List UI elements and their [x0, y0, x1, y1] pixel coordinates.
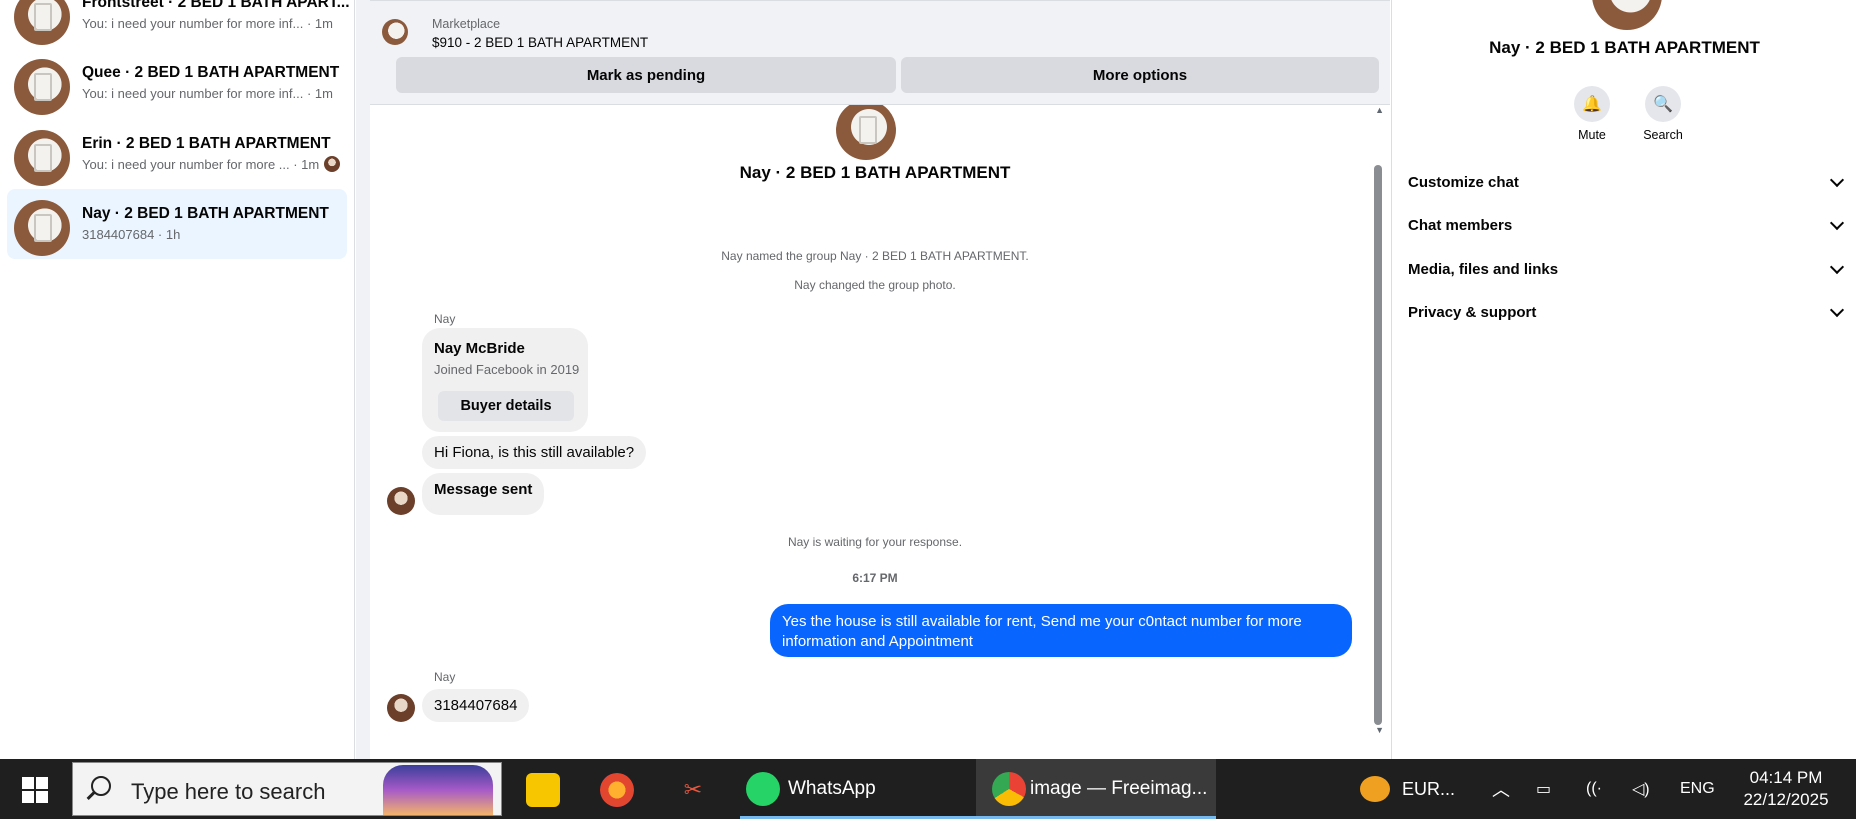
system-message: Nay is waiting for your response.: [787, 535, 963, 549]
section-label: Customize chat: [1408, 173, 1519, 191]
chevron-down-icon: [1829, 215, 1845, 231]
coins-icon: [1360, 776, 1390, 802]
chevron-down-icon: [1829, 302, 1845, 318]
chevron-down-icon: [1829, 172, 1845, 188]
section-chat-members[interactable]: Chat members: [1408, 205, 1848, 245]
sender-name: Nay: [434, 312, 456, 326]
conversation-preview: 3184407684 · 1h: [82, 227, 181, 242]
whatsapp-label: WhatsApp: [788, 778, 876, 799]
language-indicator[interactable]: ENG: [1680, 759, 1715, 819]
conversation-item-active[interactable]: Nay · 2 BED 1 BATH APARTMENT 3184407684 …: [7, 189, 347, 259]
sender-avatar: [387, 694, 415, 722]
listing-title[interactable]: $910 - 2 BED 1 BATH APARTMENT: [432, 35, 648, 50]
more-options-button[interactable]: More options: [901, 57, 1379, 93]
sender-avatar: [387, 487, 415, 515]
taskbar-search-box[interactable]: Type here to search: [72, 762, 502, 816]
scroll-down-arrow[interactable]: ▼: [1375, 725, 1384, 735]
conversation-avatar: [14, 130, 70, 186]
conversation-avatar: [14, 0, 70, 45]
conversation-preview: You: i need your number for more inf... …: [82, 86, 333, 101]
wifi-icon[interactable]: ((·: [1586, 759, 1602, 819]
conversation-item[interactable]: Frontstreet · 2 BED 1 BATH APART... You:…: [7, 0, 350, 48]
message-bubble: Message sent: [422, 473, 545, 515]
conversation-preview: You: i need your number for more ... · 1…: [82, 157, 320, 172]
bell-icon: 🔔: [1574, 86, 1610, 122]
message-thread[interactable]: ▲ ▼ Nay · 2 BED 1 BATH APARTMENT Nay nam…: [370, 104, 1390, 759]
conversation-name: Frontstreet · 2 BED 1 BATH APART...: [82, 0, 350, 11]
marketplace-header: Marketplace $910 - 2 BED 1 BATH APARTMEN…: [370, 0, 1390, 103]
snipping-tool-icon[interactable]: ✂: [676, 773, 710, 807]
mute-label: Mute: [1578, 128, 1606, 142]
conversation-preview: You: i need your number for more inf... …: [82, 16, 333, 31]
search-icon: 🔍: [1645, 86, 1681, 122]
section-label: Privacy & support: [1408, 303, 1537, 321]
group-title: Nay · 2 BED 1 BATH APARTMENT: [739, 163, 1011, 182]
firefox-icon[interactable]: [600, 773, 634, 807]
search-label: Search: [1643, 128, 1683, 142]
section-customize-chat[interactable]: Customize chat: [1408, 162, 1848, 202]
buyer-name: Nay McBride: [434, 340, 525, 357]
section-label: Media, files and links: [1408, 260, 1559, 278]
search-placeholder: Type here to search: [131, 779, 326, 804]
speaker-icon[interactable]: ◁): [1632, 759, 1650, 819]
chevron-up-icon[interactable]: ︿: [1492, 759, 1510, 819]
conversation-item[interactable]: Erin · 2 BED 1 BATH APARTMENT You: i nee…: [7, 119, 347, 189]
system-message: Nay named the group Nay · 2 BED 1 BATH A…: [721, 249, 1029, 263]
section-privacy-support[interactable]: Privacy & support: [1408, 292, 1848, 332]
section-label: Chat members: [1408, 216, 1513, 234]
taskbar: Type here to search ✂ WhatsApp image — F…: [0, 759, 1856, 819]
search-icon: [91, 776, 111, 796]
my-message-bubble: Yes the house is still available for ren…: [770, 604, 1352, 657]
buyer-joined: Joined Facebook in 2019: [434, 362, 580, 377]
listing-thumbnail: [382, 19, 408, 45]
conversation-avatar: [14, 200, 70, 256]
buyer-card: Nay McBride Joined Facebook in 2019 Buye…: [422, 328, 588, 432]
panel-title: Nay · 2 BED 1 BATH APARTMENT: [1489, 38, 1760, 57]
mark-as-pending-button[interactable]: Mark as pending: [396, 57, 896, 93]
taskbar-clock[interactable]: 04:14 PM 22/12/2025: [1726, 767, 1846, 811]
currency-label: EUR...: [1402, 778, 1456, 799]
message-bubble: Hi Fiona, is this still available?: [422, 436, 647, 469]
conversation-list: Frontstreet · 2 BED 1 BATH APART... You:…: [0, 0, 355, 759]
clock-time: 04:14 PM: [1749, 768, 1823, 787]
group-avatar: [1592, 0, 1662, 30]
taskbar-app-chrome[interactable]: image — Freeimag...: [976, 759, 1216, 819]
system-message: Nay changed the group photo.: [794, 278, 956, 292]
buyer-details-button[interactable]: Buyer details: [438, 391, 574, 421]
taskbar-app-whatsapp[interactable]: WhatsApp: [740, 759, 1002, 819]
seen-avatar: [324, 156, 340, 172]
sender-name: Nay: [434, 670, 456, 684]
screen: Frontstreet · 2 BED 1 BATH APART... You:…: [0, 0, 1856, 819]
windows-start-icon[interactable]: [22, 777, 48, 803]
sticky-notes-icon[interactable]: [526, 773, 560, 807]
conversation-name: Erin · 2 BED 1 BATH APARTMENT: [82, 135, 331, 152]
group-avatar: [836, 105, 896, 160]
search-action[interactable]: 🔍 Search: [1633, 86, 1693, 142]
clock-date: 22/12/2025: [1743, 790, 1829, 809]
section-media-files-links[interactable]: Media, files and links: [1408, 249, 1848, 289]
marketplace-label: Marketplace: [432, 17, 501, 31]
chrome-label: image — Freeimag...: [1030, 778, 1208, 799]
battery-icon[interactable]: ▭: [1536, 759, 1551, 819]
mute-action[interactable]: 🔔 Mute: [1562, 86, 1622, 142]
chrome-icon: [992, 772, 1026, 806]
search-highlight-image: [383, 765, 493, 815]
tray-currency[interactable]: EUR...: [1360, 759, 1455, 819]
chat-info-panel: Nay · 2 BED 1 BATH APARTMENT 🔔 Mute 🔍 Se…: [1391, 0, 1856, 759]
chat-column: Marketplace $910 - 2 BED 1 BATH APARTMEN…: [356, 0, 1390, 759]
scroll-up-arrow[interactable]: ▲: [1375, 105, 1384, 115]
conversation-name: Quee · 2 BED 1 BATH APARTMENT: [82, 64, 340, 81]
chevron-down-icon: [1829, 259, 1845, 275]
conversation-avatar: [14, 59, 70, 115]
whatsapp-icon: [746, 772, 780, 806]
conversation-item[interactable]: Quee · 2 BED 1 BATH APARTMENT You: i nee…: [7, 48, 347, 118]
conversation-name: Nay · 2 BED 1 BATH APARTMENT: [82, 205, 329, 222]
message-timestamp: 6:17 PM: [852, 571, 898, 585]
message-bubble: 3184407684: [422, 689, 530, 722]
